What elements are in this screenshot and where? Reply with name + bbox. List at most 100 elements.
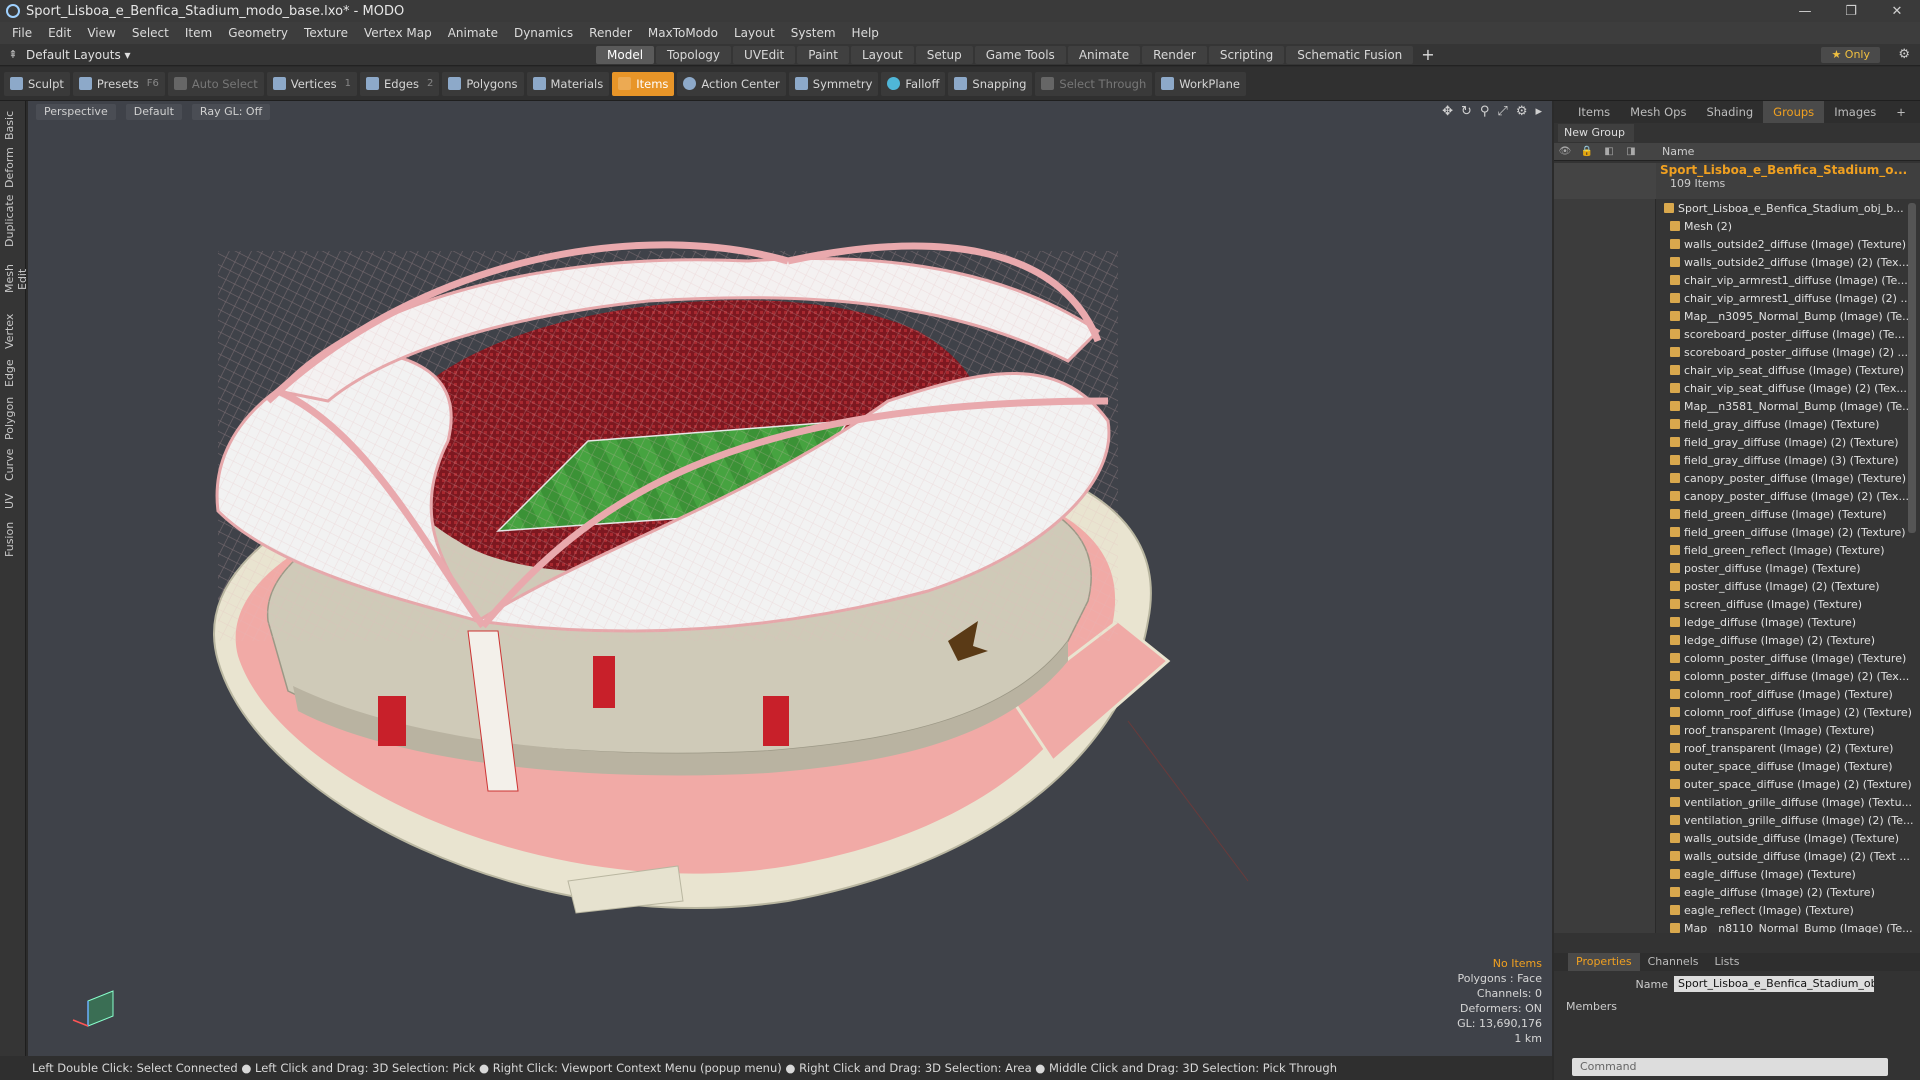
group-item-row[interactable]: walls_outside2_diffuse (Image) (2) (Tex.… <box>1554 253 1920 271</box>
group-item-row[interactable]: Map__n8110_Normal_Bump (Image) (Te... <box>1554 919 1920 933</box>
menu-view[interactable]: View <box>79 22 123 44</box>
group-item-row[interactable]: walls_outside2_diffuse (Image) (Texture) <box>1554 235 1920 253</box>
workplane-button[interactable]: WorkPlane <box>1155 71 1246 96</box>
row-toggles[interactable] <box>1554 595 1656 613</box>
row-toggles[interactable] <box>1554 811 1656 829</box>
row-toggles[interactable] <box>1554 829 1656 847</box>
symmetry-button[interactable]: Symmetry <box>788 71 879 96</box>
row-toggles[interactable] <box>1554 739 1656 757</box>
tab-polygon[interactable]: Polygon <box>3 395 23 441</box>
tab-items[interactable]: Items <box>1568 101 1620 123</box>
tab-setup[interactable]: Setup <box>915 45 973 64</box>
row-toggles[interactable] <box>1554 523 1656 541</box>
row-toggles[interactable] <box>1554 685 1656 703</box>
menu-texture[interactable]: Texture <box>296 22 356 44</box>
row-toggles[interactable] <box>1554 397 1656 415</box>
menu-edit[interactable]: Edit <box>40 22 79 44</box>
group-item-row[interactable]: eagle_diffuse (Image) (2) (Texture) <box>1554 883 1920 901</box>
group-item-row[interactable]: field_gray_diffuse (Image) (3) (Texture) <box>1554 451 1920 469</box>
group-item-row[interactable]: colomn_roof_diffuse (Image) (2) (Texture… <box>1554 703 1920 721</box>
group-item-row[interactable]: field_green_reflect (Image) (Texture) <box>1554 541 1920 559</box>
menu-render[interactable]: Render <box>581 22 640 44</box>
tab-lists[interactable]: Lists <box>1707 953 1748 971</box>
tab-layout[interactable]: Layout <box>850 45 914 64</box>
group-item-row[interactable]: scoreboard_poster_diffuse (Image) (Te... <box>1554 325 1920 343</box>
maximize-button[interactable]: ❐ <box>1828 0 1874 22</box>
tab-render[interactable]: Render <box>1142 45 1207 64</box>
tab-shading[interactable]: Shading <box>1696 101 1763 123</box>
command-input[interactable]: Command <box>1572 1058 1888 1076</box>
row-toggles[interactable] <box>1554 271 1656 289</box>
sculpt-button[interactable]: Sculpt <box>4 71 70 96</box>
group-item-row[interactable]: walls_outside_diffuse (Image) (2) (Text … <box>1554 847 1920 865</box>
group-item-row[interactable]: outer_space_diffuse (Image) (2) (Texture… <box>1554 775 1920 793</box>
row-toggles[interactable] <box>1554 775 1656 793</box>
group-item-row[interactable]: scoreboard_poster_diffuse (Image) (2) ..… <box>1554 343 1920 361</box>
tab-duplicate[interactable]: Duplicate <box>3 195 23 247</box>
layout-home-icon[interactable]: ⇞ <box>0 48 26 61</box>
menu-dynamics[interactable]: Dynamics <box>506 22 581 44</box>
row-toggles[interactable] <box>1554 577 1656 595</box>
snapping-button[interactable]: Snapping <box>948 71 1033 96</box>
tab-topology[interactable]: Topology <box>656 45 732 64</box>
menu-geometry[interactable]: Geometry <box>220 22 296 44</box>
row-toggles[interactable] <box>1554 451 1656 469</box>
group-row-toggles[interactable] <box>1554 163 1656 199</box>
viewport-settings-icon[interactable]: ⚙ <box>1516 104 1528 119</box>
tab-schematic-fusion[interactable]: Schematic Fusion <box>1286 45 1414 64</box>
rotate-icon[interactable]: ↻ <box>1461 104 1472 119</box>
gear-icon[interactable]: ⚙ <box>1898 47 1910 62</box>
menu-maxtomodo[interactable]: MaxToModo <box>640 22 726 44</box>
row-toggles[interactable] <box>1554 235 1656 253</box>
row-toggles[interactable] <box>1554 559 1656 577</box>
menu-vertex-map[interactable]: Vertex Map <box>356 22 440 44</box>
row-toggles[interactable] <box>1554 703 1656 721</box>
row-toggles[interactable] <box>1554 541 1656 559</box>
row-toggles[interactable] <box>1554 649 1656 667</box>
row-toggles[interactable] <box>1554 217 1656 235</box>
tab-model[interactable]: Model <box>596 45 655 64</box>
tab-channels[interactable]: Channels <box>1640 953 1707 971</box>
falloff-button[interactable]: Falloff <box>881 71 946 96</box>
zoom-icon[interactable]: ⚲ <box>1480 104 1490 119</box>
menu-help[interactable]: Help <box>844 22 887 44</box>
perspective-dropdown[interactable]: Perspective <box>36 104 116 120</box>
tab-mesh-edit[interactable]: Mesh Edit <box>3 253 29 305</box>
tab-animate[interactable]: Animate <box>1067 45 1141 64</box>
tab-uv[interactable]: UV <box>3 489 23 513</box>
group-item-row[interactable]: poster_diffuse (Image) (2) (Texture) <box>1554 577 1920 595</box>
viewport-expand-icon[interactable]: ▸ <box>1535 104 1542 119</box>
name-field[interactable]: Sport_Lisboa_e_Benfica_Stadium_obj_ba <box>1674 976 1874 992</box>
tab-vertex[interactable]: Vertex <box>3 311 23 351</box>
group-item-row[interactable]: chair_vip_armrest1_diffuse (Image) (2) .… <box>1554 289 1920 307</box>
group-item-row[interactable]: colomn_poster_diffuse (Image) (Texture) <box>1554 649 1920 667</box>
group-item-row[interactable]: field_gray_diffuse (Image) (2) (Texture) <box>1554 433 1920 451</box>
menu-system[interactable]: System <box>783 22 844 44</box>
row-toggles[interactable] <box>1554 343 1656 361</box>
default-layouts-dropdown[interactable]: Default Layouts ▾ <box>26 48 596 62</box>
row-toggles[interactable] <box>1554 379 1656 397</box>
only-toggle[interactable]: ★ Only <box>1821 47 1880 63</box>
materials-button[interactable]: Materials <box>526 71 610 96</box>
row-toggles[interactable] <box>1554 307 1656 325</box>
select-through-button[interactable]: Select Through <box>1035 71 1153 96</box>
group-item-row[interactable]: poster_diffuse (Image) (Texture) <box>1554 559 1920 577</box>
group-item-row[interactable]: colomn_roof_diffuse (Image) (Texture) <box>1554 685 1920 703</box>
group-item-row[interactable]: Map__n3095_Normal_Bump (Image) (Te... <box>1554 307 1920 325</box>
group-item-row[interactable]: Mesh (2) <box>1554 217 1920 235</box>
tab-uvedit[interactable]: UVEdit <box>733 45 796 64</box>
tab-curve[interactable]: Curve <box>3 447 23 483</box>
row-toggles[interactable] <box>1554 919 1656 933</box>
groups-scrollbar[interactable] <box>1908 203 1916 533</box>
menu-layout[interactable]: Layout <box>726 22 783 44</box>
minimize-button[interactable]: — <box>1782 0 1828 22</box>
tab-basic[interactable]: Basic <box>3 107 23 143</box>
group-item-row[interactable]: Sport_Lisboa_e_Benfica_Stadium_obj_b... <box>1554 199 1920 217</box>
tab-properties[interactable]: Properties <box>1568 953 1640 971</box>
tab-paint[interactable]: Paint <box>797 45 849 64</box>
group-item-row[interactable]: ventilation_grille_diffuse (Image) (2) (… <box>1554 811 1920 829</box>
tab-groups[interactable]: Groups <box>1763 101 1825 123</box>
pan-icon[interactable]: ✥ <box>1442 104 1453 119</box>
row-toggles[interactable] <box>1554 757 1656 775</box>
polygons-button[interactable]: Polygons <box>442 71 524 96</box>
